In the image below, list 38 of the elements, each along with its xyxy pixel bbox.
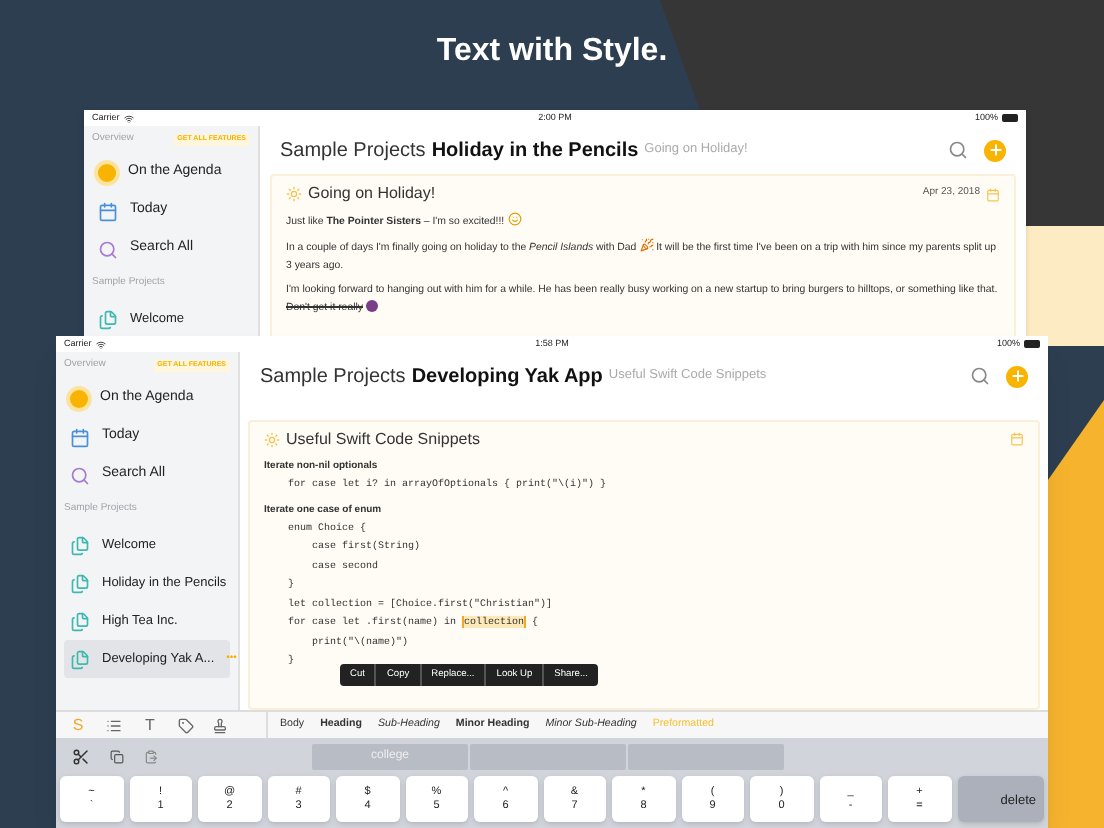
- headline: Text with Style.: [436, 32, 668, 72]
- document-icon: [70, 649, 90, 669]
- cut-icon[interactable]: [72, 748, 90, 766]
- search-icon: [70, 465, 90, 485]
- copy-icon[interactable]: [110, 750, 124, 764]
- plus-icon: [1009, 368, 1025, 384]
- project-name: Sample Projects: [280, 137, 426, 165]
- note-title: Useful Swift Code Snippets: [286, 427, 480, 451]
- add-button[interactable]: [984, 139, 1006, 161]
- wifi-icon: [95, 339, 106, 349]
- add-button[interactable]: [1006, 365, 1028, 387]
- battery-icon: [1001, 114, 1018, 122]
- format-tool[interactable]: T: [140, 713, 160, 737]
- tag-icon[interactable]: [178, 717, 194, 733]
- search-icon[interactable]: [948, 140, 968, 160]
- search-icon[interactable]: [970, 366, 990, 386]
- smiley-icon: [507, 212, 522, 226]
- sun-icon: [286, 186, 302, 202]
- note-heading: Holiday in the Pencils: [431, 137, 639, 165]
- document-icon: [70, 573, 90, 593]
- document-icon: [70, 611, 90, 631]
- paste-icon[interactable]: [144, 750, 158, 764]
- battery-icon: [1023, 340, 1040, 348]
- party-popper-icon: [639, 238, 654, 252]
- calendar-icon: [70, 427, 90, 447]
- note-heading: Developing Yak App: [411, 363, 603, 391]
- stamp-icon[interactable]: [212, 717, 228, 733]
- sun-icon: [264, 431, 280, 447]
- wifi-icon: [123, 113, 134, 123]
- search-icon: [98, 239, 118, 259]
- calendar-icon: [98, 201, 118, 221]
- list-icon[interactable]: [106, 717, 122, 733]
- emoji-icon: [365, 300, 378, 312]
- plus-icon: [987, 142, 1003, 158]
- document-icon: [70, 535, 90, 555]
- note-title: Going on Holiday!: [308, 182, 436, 206]
- project-name: Sample Projects: [260, 363, 406, 391]
- document-icon: [98, 309, 118, 329]
